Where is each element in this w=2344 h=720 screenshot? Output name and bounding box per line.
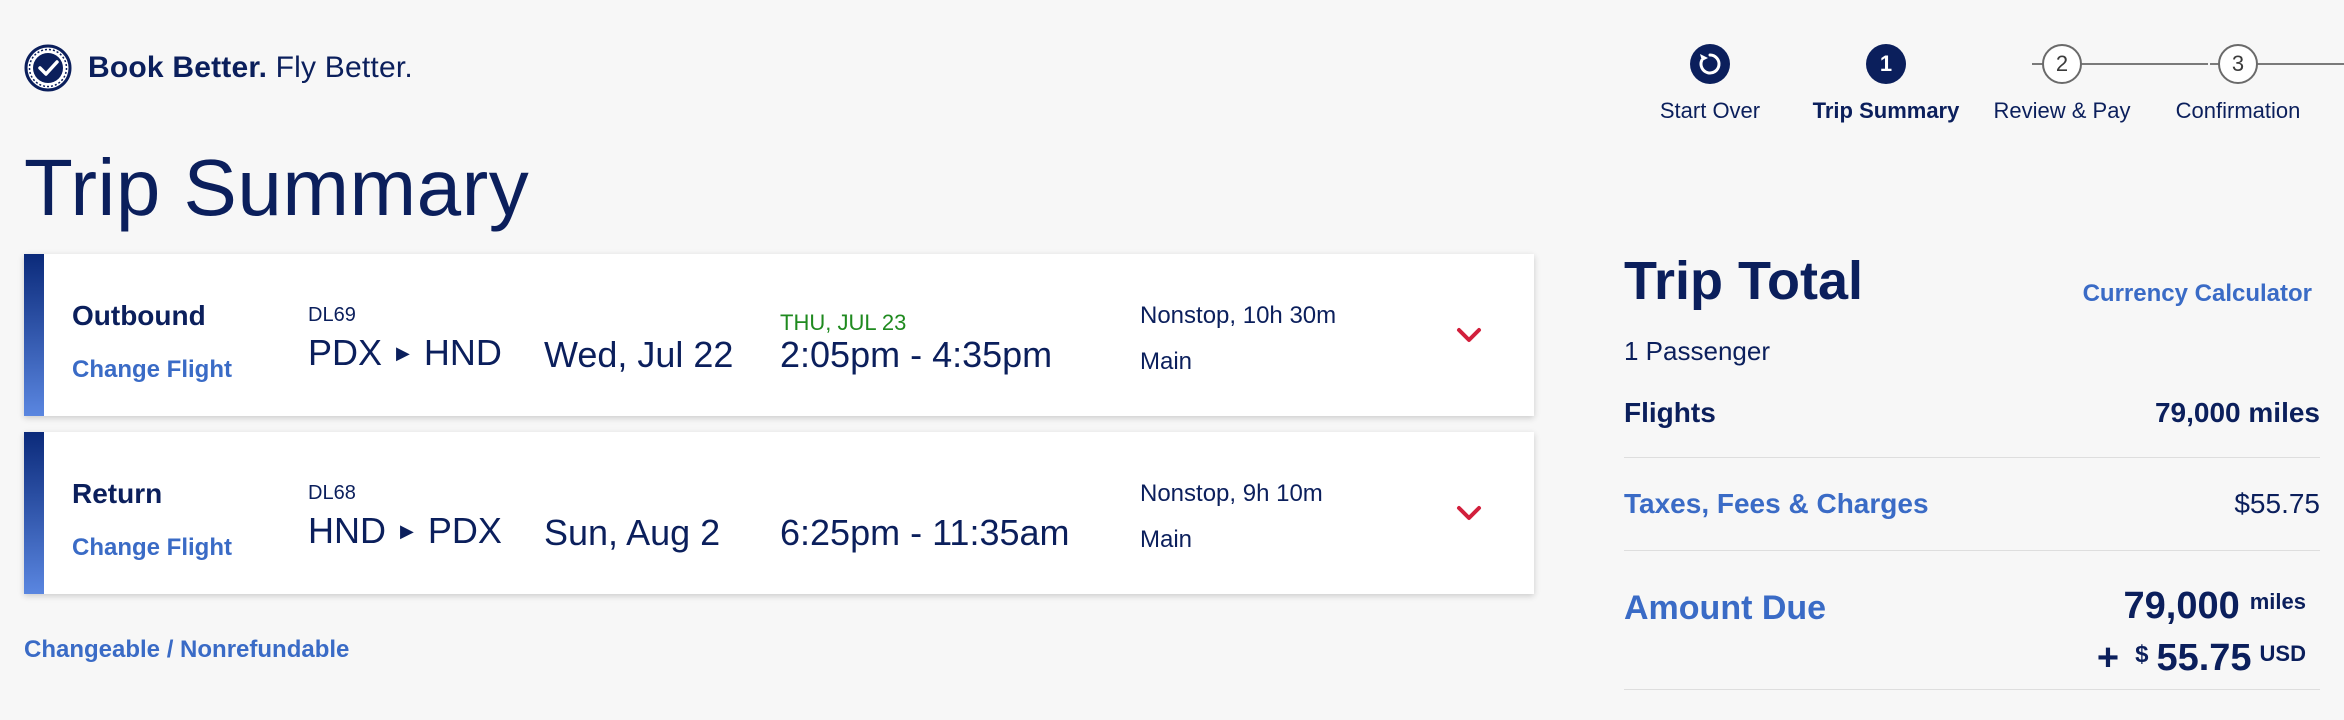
page: Book Better. Fly Better. Start Over 1 Tr… [0,0,2344,720]
flight-number: DL69 [308,304,356,326]
change-flight-link[interactable]: Change Flight [72,356,232,384]
amount-due-label: Amount Due [1624,589,1827,627]
step-trip-summary[interactable]: 1 Trip Summary [1806,44,1966,124]
checkmark-badge-icon [24,44,72,92]
step-review-pay: 2 Review & Pay [1982,44,2142,124]
flight-card-outbound: Outbound Change Flight DL69 PDX ▶ HND We… [24,254,1534,416]
origin-code: PDX [308,332,383,373]
taxes-fees-link[interactable]: Taxes, Fees & Charges [1624,488,1929,520]
departure-date: Sun, Aug 2 [544,512,721,553]
step-number: 3 [2218,44,2258,84]
flight-stops-duration: Nonstop, 10h 30m [1140,302,1337,329]
flight-stops-duration: Nonstop, 9h 10m [1140,480,1323,507]
destination-code: HND [423,332,502,373]
divider [1624,457,2320,458]
brand-logo[interactable]: Book Better. Fly Better. [24,44,413,92]
flight-list: Outbound Change Flight DL69 PDX ▶ HND We… [24,254,1534,610]
refresh-icon [1699,53,1721,75]
card-accent-bar [24,254,44,416]
booking-stepper: Start Over 1 Trip Summary 2 Review & Pay… [1630,44,2344,144]
chevron-down-icon[interactable] [1454,498,1484,528]
flight-card-return: Return Change Flight DL68 HND ▶ PDX Sun,… [24,432,1534,594]
cabin-class: Main [1140,526,1193,553]
flight-times: 2:05pm - 4:35pm [780,334,1053,375]
amount-miles-unit: miles [2249,589,2306,614]
flight-direction: Outbound [72,300,206,331]
chevron-down-icon[interactable] [1454,320,1484,350]
flight-direction: Return [72,478,163,509]
route-arrow-icon: ▶ [396,343,410,363]
cabin-class: Main [1140,348,1193,375]
arrival-date-note: THU, JUL 23 [780,310,907,335]
start-over-button[interactable]: Start Over [1630,44,1790,124]
amount-due: Amount Due 79,000 miles + $ 55.75 USD [1624,579,2320,689]
page-title: Trip Summary [24,143,530,232]
amount-usd-number: 55.75 [2156,637,2252,679]
change-flight-link[interactable]: Change Flight [72,534,232,562]
step-label: Review & Pay [1993,98,2131,123]
taxes-row: Taxes, Fees & Charges $55.75 [1624,482,2320,526]
flight-route: PDX ▶ HND [308,332,502,374]
step-confirmation: 3 Confirmation [2158,44,2318,124]
fare-policy-link[interactable]: Changeable / Nonrefundable [24,636,349,664]
flight-route: HND ▶ PDX [308,510,502,552]
departure-date: Wed, Jul 22 [544,334,734,375]
currency-calculator-link[interactable]: Currency Calculator [2083,280,2312,308]
amount-due-miles: 79,000 miles [2124,585,2307,628]
start-over-label: Start Over [1659,98,1761,123]
step-number: 2 [2042,44,2082,84]
flight-times: 6:25pm - 11:35am [780,512,1070,553]
start-over-circle [1690,44,1730,84]
amount-usd-unit: USD [2259,641,2306,666]
amount-miles-number: 79,000 [2123,585,2240,627]
trip-total-panel: Trip Total Currency Calculator 1 Passeng… [1624,254,2320,690]
passenger-count: 1 Passenger [1624,336,1770,366]
amount-dollar-sign: $ [2135,641,2149,668]
step-label: Trip Summary [1812,98,1960,123]
brand-tagline-light: Fly Better. [275,51,413,84]
destination-code: PDX [427,510,502,551]
route-arrow-icon: ▶ [400,521,414,541]
amount-plus-sign: + [2096,637,2120,679]
flights-value: 79,000 miles [2154,397,2320,428]
taxes-value: $55.75 [2234,488,2320,519]
amount-due-usd: + $ 55.75 USD [2097,637,2306,680]
step-label: Confirmation [2175,98,2301,123]
divider [1624,550,2320,551]
brand-tagline: Book Better. Fly Better. [88,51,413,85]
brand-tagline-bold: Book Better. [88,51,268,84]
flight-number: DL68 [308,482,356,504]
step-number: 1 [1866,44,1906,84]
card-accent-bar [24,432,44,594]
origin-code: HND [308,510,386,551]
divider [1624,689,2320,690]
flights-cost-row: Flights 79,000 miles [1624,393,2320,433]
flights-label: Flights [1624,397,1716,428]
